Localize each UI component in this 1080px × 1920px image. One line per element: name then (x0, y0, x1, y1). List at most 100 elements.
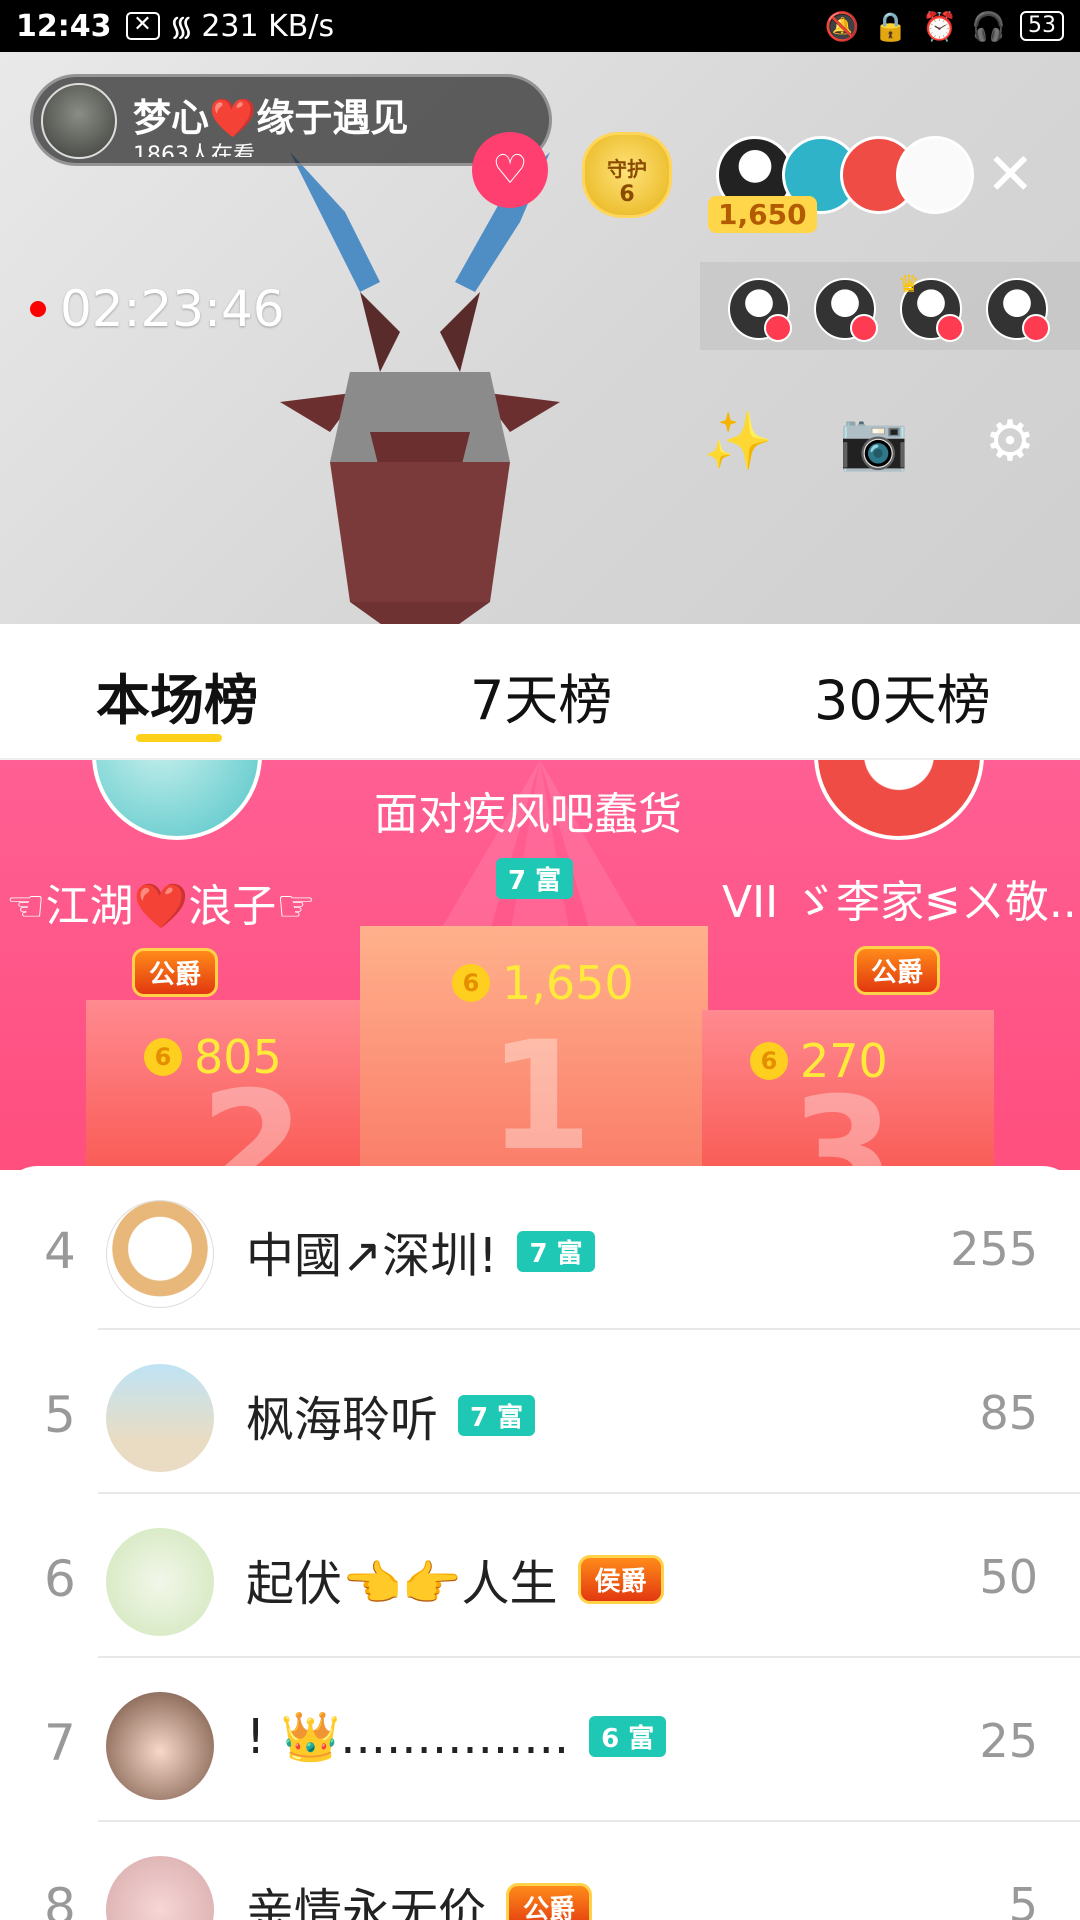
user-score: 85 (979, 1386, 1038, 1440)
avatar[interactable] (106, 1692, 214, 1800)
seat-icon (764, 314, 792, 342)
viewer-count-text: 1863人在看 (133, 143, 255, 157)
seat-icon (850, 314, 878, 342)
recording-dot-icon (30, 301, 46, 317)
user-name: ! 👑............... (246, 1709, 570, 1765)
rank-number: 5 (44, 1386, 76, 1444)
list-item[interactable]: 7 ! 👑............... 6 富 25 (0, 1658, 1080, 1822)
camera-switch-icon[interactable]: 📷 (836, 404, 912, 480)
list-item[interactable]: 6 起伏👈👉人生 侯爵 50 (0, 1494, 1080, 1658)
duke-badge: 公爵 (132, 948, 219, 997)
gear-icon[interactable]: ⚙ (972, 404, 1048, 480)
status-bar: 12:43 ✕ ᯾ 231 KB/s 🔕 🔒 ⏰ 🎧 53 (0, 0, 1080, 52)
user-entry: 亲情永无价 公爵 (246, 1872, 593, 1920)
user-name: 亲情永无价 (246, 1884, 487, 1920)
close-icon[interactable]: ✕ (986, 144, 1035, 204)
rank-number: 4 (44, 1222, 76, 1280)
guard-label: 守护 (607, 157, 647, 181)
avatar[interactable] (106, 1200, 214, 1308)
avatar[interactable] (106, 1364, 214, 1472)
tab-active-indicator (136, 734, 222, 742)
rank-number: 6 (44, 1550, 76, 1608)
lock-icon: 🔒 (873, 9, 909, 43)
host-info-pill[interactable]: 梦心❤️缘于遇见 1863人在看 (30, 74, 552, 166)
top3-podium: 面对疾风吧蠢货 7 富 ☜江湖❤️浪子☞ 公爵 VII ゞ李家≶ㄨ敬... 公爵… (0, 760, 1080, 1170)
marquis-badge: 侯爵 (577, 1554, 664, 1604)
status-time: 12:43 (16, 8, 112, 44)
duke-badge: 公爵 (506, 1882, 593, 1920)
mute-icon: 🔕 (824, 9, 860, 43)
tab-30-days[interactable]: 30天榜 (814, 656, 991, 735)
duke-badge: 公爵 (854, 946, 941, 995)
user-score: 255 (950, 1222, 1038, 1276)
avatar[interactable] (106, 1528, 214, 1636)
leaderboard-tabs: 本场榜 7天榜 30天榜 (0, 624, 1080, 760)
headset-icon: 🎧 (971, 9, 1006, 43)
list-item[interactable]: 5 枫海聆听 7 富 85 (0, 1330, 1080, 1494)
rich-badge: 7 富 (496, 858, 574, 899)
live-video[interactable]: 梦心❤️缘于遇见 1863人在看 ♡ 守护 6 1,650 ✕ 02:23:46… (0, 52, 1080, 624)
user-score: 50 (979, 1550, 1038, 1604)
podium-number-1: 1 (488, 1010, 593, 1170)
third-place-name[interactable]: VII ゞ李家≶ㄨ敬... (722, 866, 1072, 930)
rich-badge: 7 富 (517, 1230, 595, 1272)
list-item[interactable]: 8 亲情永无价 公爵 5 (0, 1822, 1080, 1920)
tab-current[interactable]: 本场榜 (96, 656, 258, 735)
third-place-score: 6 270 (750, 1034, 888, 1088)
rich-badge: 6 富 (589, 1716, 667, 1757)
status-icons: 🔕 🔒 ⏰ 🎧 53 (824, 9, 1064, 43)
coin-icon: 6 (452, 964, 490, 1002)
host-avatar[interactable] (41, 83, 117, 159)
score-value: 805 (194, 1030, 282, 1084)
rich-badge: 7 富 (458, 1394, 536, 1436)
user-name: 中國↗深圳! (246, 1228, 498, 1284)
tab-7-days[interactable]: 7天榜 (470, 656, 612, 735)
seat-icon (1022, 314, 1050, 342)
list-item[interactable]: 4 中國↗深圳! 7 富 255 (0, 1166, 1080, 1330)
user-entry: 中國↗深圳! 7 富 (246, 1216, 595, 1286)
top-viewer-avatar-4[interactable] (896, 136, 974, 214)
score-value: 270 (800, 1034, 888, 1088)
live-room-screen: 12:43 ✕ ᯾ 231 KB/s 🔕 🔒 ⏰ 🎧 53 梦心❤️缘于遇见 1… (0, 0, 1080, 1920)
live-timer: 02:23:46 (30, 280, 285, 338)
user-name: 起伏👈👉人生 (246, 1556, 558, 1612)
alarm-icon: ⏰ (922, 9, 958, 43)
third-place-badge: 公爵 (854, 946, 941, 995)
user-entry: ! 👑............... 6 富 (246, 1708, 667, 1765)
top-viewer-score: 1,650 (708, 196, 817, 233)
user-score: 25 (979, 1714, 1038, 1768)
user-score: 5 (1008, 1878, 1038, 1920)
first-place-badge: 7 富 (496, 858, 574, 899)
avatar[interactable] (106, 1856, 214, 1920)
ranking-list: 4 中國↗深圳! 7 富 255 5 枫海聆听 7 富 85 6 起伏👈👉人生 (0, 1166, 1080, 1920)
wifi-icon: ᯾ (169, 10, 194, 43)
rank-number: 8 (44, 1878, 76, 1920)
coin-icon: 6 (144, 1038, 182, 1076)
second-place-name[interactable]: ☜江湖❤️浪子☞ (6, 870, 316, 934)
first-place-score: 6 1,650 (452, 956, 634, 1010)
seat-icon (936, 314, 964, 342)
mic-seat-2[interactable] (814, 278, 878, 342)
battery-icon: 53 (1020, 11, 1064, 41)
mic-seat-4[interactable] (986, 278, 1050, 342)
second-place-score: 6 805 (144, 1030, 282, 1084)
host-name: 梦心❤️缘于遇见 (133, 96, 409, 140)
network-speed: 231 KB/s (201, 8, 335, 44)
follow-heart-button[interactable]: ♡ (472, 132, 548, 208)
first-place-name[interactable]: 面对疾风吧蠢货 (374, 778, 682, 842)
magic-wand-icon[interactable]: ✨ (700, 404, 776, 480)
user-name: 枫海聆听 (246, 1392, 439, 1448)
notification-icon: ✕ (125, 12, 160, 40)
mic-seat-1[interactable] (728, 278, 792, 342)
user-entry: 起伏👈👉人生 侯爵 (246, 1544, 664, 1614)
timer-text: 02:23:46 (60, 280, 285, 338)
guard-badge[interactable]: 守护 6 (582, 132, 672, 218)
crown-icon: ♛ (898, 270, 920, 298)
rank-number: 7 (44, 1714, 76, 1772)
user-entry: 枫海聆听 7 富 (246, 1380, 536, 1450)
deer-head-decoration (280, 152, 560, 624)
score-value: 1,650 (502, 956, 634, 1010)
guard-count: 6 (619, 182, 635, 207)
second-place-badge: 公爵 (132, 948, 219, 997)
coin-icon: 6 (750, 1042, 788, 1080)
